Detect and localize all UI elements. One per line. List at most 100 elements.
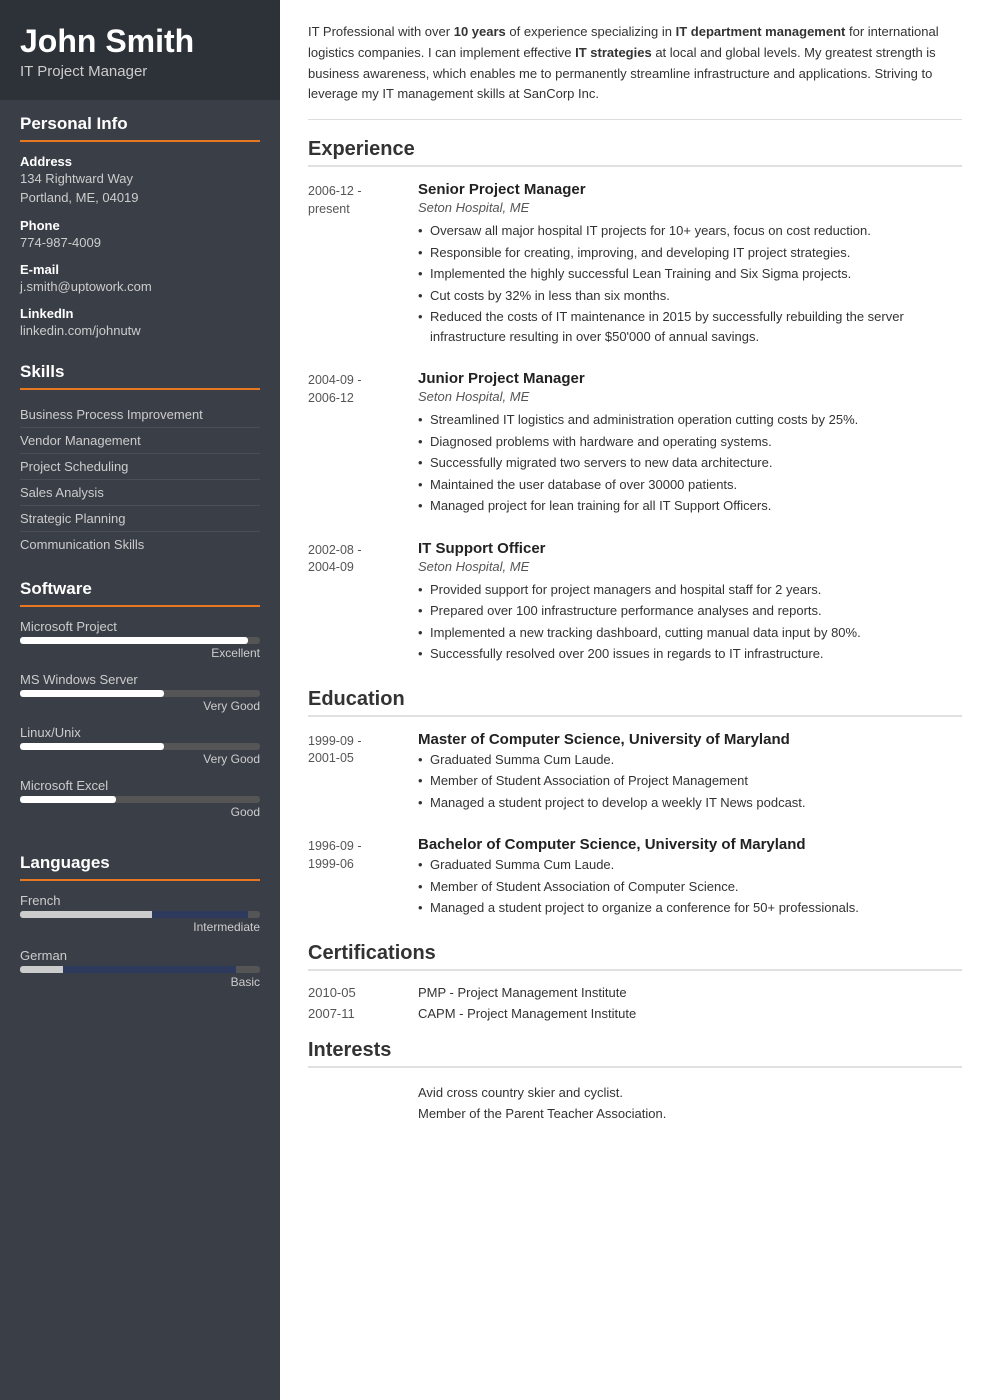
language-level: Basic bbox=[20, 975, 260, 989]
bullet-item: Reduced the costs of IT maintenance in 2… bbox=[418, 307, 962, 346]
bullet-item: Graduated Summa Cum Laude. bbox=[418, 855, 962, 875]
entry-title: Master of Computer Science, University o… bbox=[418, 731, 962, 748]
entry-content: Master of Computer Science, University o… bbox=[418, 731, 962, 815]
entry-title: Junior Project Manager bbox=[418, 370, 962, 387]
skill-item: Strategic Planning bbox=[20, 506, 260, 532]
entry-bullets: Oversaw all major hospital IT projects f… bbox=[418, 221, 962, 346]
entry-title: Bachelor of Computer Science, University… bbox=[418, 836, 962, 853]
skill-item: Business Process Improvement bbox=[20, 402, 260, 428]
software-item: Microsoft Excel Good bbox=[20, 778, 260, 819]
interests-title: Interests bbox=[308, 1039, 962, 1068]
education-section: Education 1999-09 -2001-05 Master of Com… bbox=[308, 688, 962, 920]
entry-date: 2002-08 -2004-09 bbox=[308, 540, 418, 666]
interest-item: Member of the Parent Teacher Association… bbox=[418, 1103, 962, 1124]
languages-title: Languages bbox=[20, 853, 260, 881]
entry-content: IT Support Officer Seton Hospital, ME Pr… bbox=[418, 540, 962, 666]
address-line1: 134 Rightward Way bbox=[20, 170, 260, 188]
language-level: Intermediate bbox=[20, 920, 260, 934]
software-bar bbox=[20, 743, 260, 750]
entry-title: Senior Project Manager bbox=[418, 181, 962, 198]
bullet-item: Managed project for lean training for al… bbox=[418, 496, 962, 516]
certifications-list: 2010-05 PMP - Project Management Institu… bbox=[308, 985, 962, 1021]
entry-bullets: Graduated Summa Cum Laude.Member of Stud… bbox=[418, 855, 962, 918]
experience-list: 2006-12 -present Senior Project Manager … bbox=[308, 181, 962, 666]
entry-item: 2006-12 -present Senior Project Manager … bbox=[308, 181, 962, 348]
entry-item: 1999-09 -2001-05 Master of Computer Scie… bbox=[308, 731, 962, 815]
education-list: 1999-09 -2001-05 Master of Computer Scie… bbox=[308, 731, 962, 920]
entry-date: 1999-09 -2001-05 bbox=[308, 731, 418, 815]
bullet-item: Provided support for project managers an… bbox=[418, 580, 962, 600]
certification-item: 2007-11 CAPM - Project Management Instit… bbox=[308, 1006, 962, 1021]
bullet-item: Member of Student Association of Compute… bbox=[418, 877, 962, 897]
entry-company: Seton Hospital, ME bbox=[418, 389, 962, 404]
software-bar bbox=[20, 637, 260, 644]
entry-company: Seton Hospital, ME bbox=[418, 200, 962, 215]
experience-title: Experience bbox=[308, 138, 962, 167]
skills-title: Skills bbox=[20, 362, 260, 390]
software-bar bbox=[20, 690, 260, 697]
skill-item: Sales Analysis bbox=[20, 480, 260, 506]
certifications-section: Certifications 2010-05 PMP - Project Man… bbox=[308, 942, 962, 1021]
software-list: Microsoft Project Excellent MS Windows S… bbox=[20, 619, 260, 819]
entry-bullets: Graduated Summa Cum Laude.Member of Stud… bbox=[418, 750, 962, 813]
software-name: MS Windows Server bbox=[20, 672, 260, 687]
bullet-item: Implemented a new tracking dashboard, cu… bbox=[418, 623, 962, 643]
software-item: Microsoft Project Excellent bbox=[20, 619, 260, 660]
entry-date: 1996-09 -1999-06 bbox=[308, 836, 418, 920]
entry-title: IT Support Officer bbox=[418, 540, 962, 557]
software-bar bbox=[20, 796, 260, 803]
phone-value: 774-987-4009 bbox=[20, 234, 260, 252]
language-bar bbox=[20, 966, 260, 973]
bullet-item: Oversaw all major hospital IT projects f… bbox=[418, 221, 962, 241]
entry-company: Seton Hospital, ME bbox=[418, 559, 962, 574]
cert-date: 2010-05 bbox=[308, 985, 418, 1000]
linkedin-value: linkedin.com/johnutw bbox=[20, 322, 260, 340]
bullet-item: Responsible for creating, improving, and… bbox=[418, 243, 962, 263]
software-name: Microsoft Excel bbox=[20, 778, 260, 793]
certification-item: 2010-05 PMP - Project Management Institu… bbox=[308, 985, 962, 1000]
candidate-title: IT Project Manager bbox=[20, 63, 260, 80]
entry-item: 2004-09 -2006-12 Junior Project Manager … bbox=[308, 370, 962, 518]
language-name: French bbox=[20, 893, 260, 908]
certifications-title: Certifications bbox=[308, 942, 962, 971]
bullet-item: Managed a student project to organize a … bbox=[418, 898, 962, 918]
skill-item: Communication Skills bbox=[20, 532, 260, 557]
entry-bullets: Streamlined IT logistics and administrat… bbox=[418, 410, 962, 516]
personal-info-section: Personal Info Address 134 Rightward Way … bbox=[0, 100, 280, 348]
education-title: Education bbox=[308, 688, 962, 717]
software-level: Very Good bbox=[20, 699, 260, 713]
language-bar bbox=[20, 911, 260, 918]
software-level: Very Good bbox=[20, 752, 260, 766]
software-level: Excellent bbox=[20, 646, 260, 660]
cert-text: CAPM - Project Management Institute bbox=[418, 1006, 636, 1021]
software-name: Microsoft Project bbox=[20, 619, 260, 634]
language-item: German Basic bbox=[20, 948, 260, 989]
bullet-item: Managed a student project to develop a w… bbox=[418, 793, 962, 813]
bullet-item: Graduated Summa Cum Laude. bbox=[418, 750, 962, 770]
software-section: Software Microsoft Project Excellent MS … bbox=[0, 565, 280, 839]
languages-section: Languages French Intermediate German Bas… bbox=[0, 839, 280, 1011]
software-item: MS Windows Server Very Good bbox=[20, 672, 260, 713]
candidate-name: John Smith bbox=[20, 24, 260, 59]
bullet-item: Maintained the user database of over 300… bbox=[418, 475, 962, 495]
bullet-item: Prepared over 100 infrastructure perform… bbox=[418, 601, 962, 621]
sidebar: John Smith IT Project Manager Personal I… bbox=[0, 0, 280, 1400]
email-label: E-mail bbox=[20, 262, 260, 277]
language-name: German bbox=[20, 948, 260, 963]
cert-date: 2007-11 bbox=[308, 1006, 418, 1021]
linkedin-label: LinkedIn bbox=[20, 306, 260, 321]
entry-content: Junior Project Manager Seton Hospital, M… bbox=[418, 370, 962, 518]
sidebar-header: John Smith IT Project Manager bbox=[0, 0, 280, 100]
software-item: Linux/Unix Very Good bbox=[20, 725, 260, 766]
entry-bullets: Provided support for project managers an… bbox=[418, 580, 962, 664]
skills-section: Skills Business Process ImprovementVendo… bbox=[0, 348, 280, 565]
bullet-item: Successfully resolved over 200 issues in… bbox=[418, 644, 962, 664]
bullet-item: Streamlined IT logistics and administrat… bbox=[418, 410, 962, 430]
bullet-item: Diagnosed problems with hardware and ope… bbox=[418, 432, 962, 452]
phone-label: Phone bbox=[20, 218, 260, 233]
language-item: French Intermediate bbox=[20, 893, 260, 934]
main-content: IT Professional with over 10 years of ex… bbox=[280, 0, 990, 1400]
bullet-item: Implemented the highly successful Lean T… bbox=[418, 264, 962, 284]
software-name: Linux/Unix bbox=[20, 725, 260, 740]
bullet-item: Member of Student Association of Project… bbox=[418, 771, 962, 791]
